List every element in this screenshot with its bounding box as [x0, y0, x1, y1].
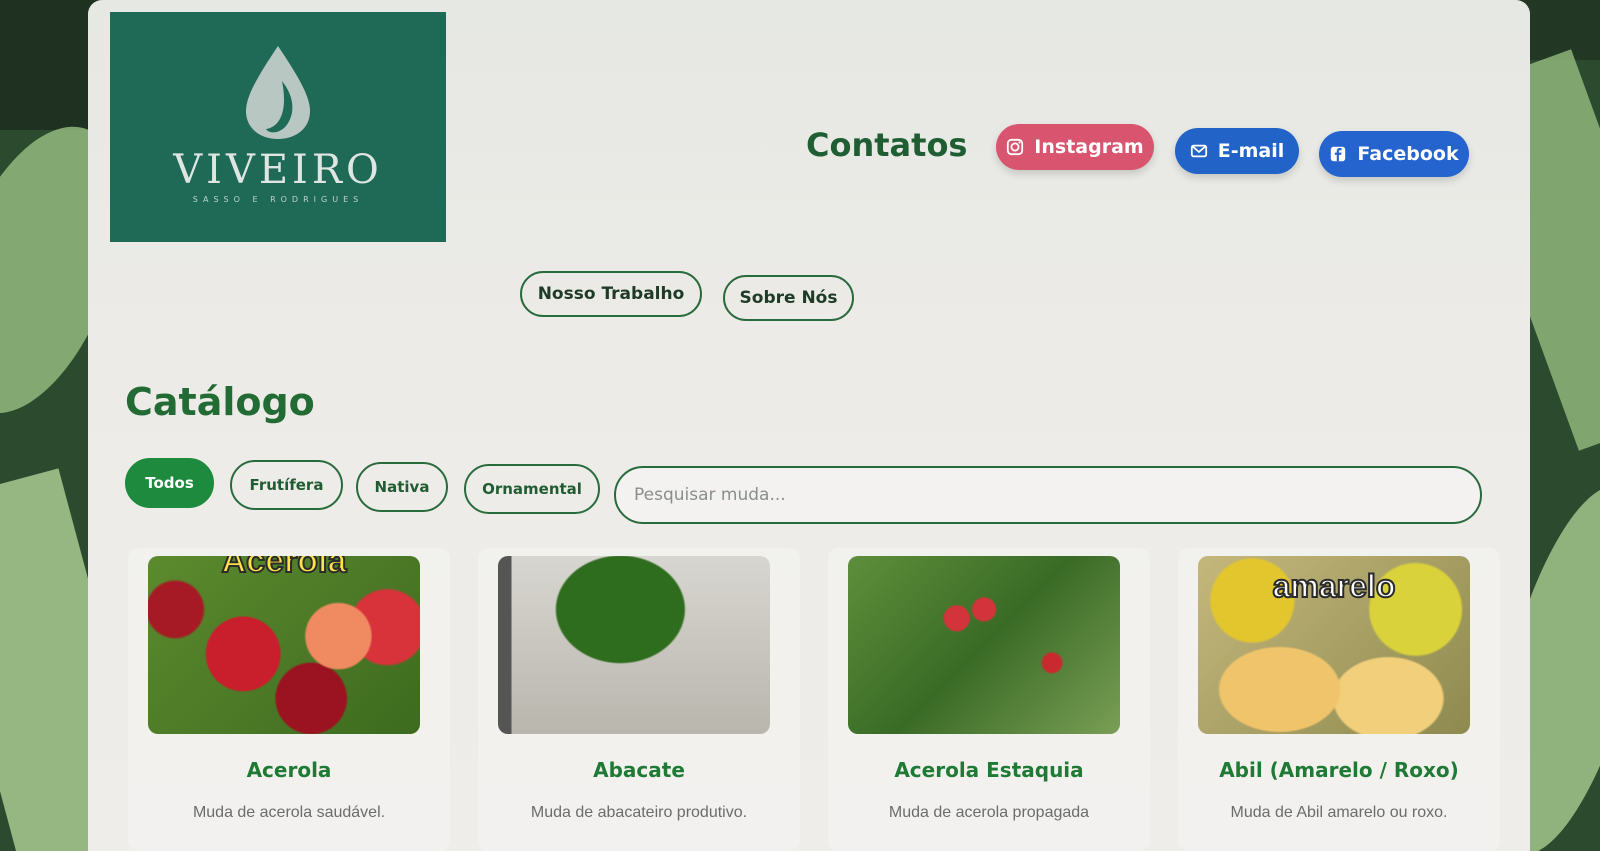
image-caption: amarelo	[1272, 567, 1397, 605]
product-card[interactable]: amarelo Abil (Amarelo / Roxo) Muda de Ab…	[1178, 548, 1500, 851]
product-description: Muda de acerola propagada	[888, 804, 1090, 821]
about-us-button[interactable]: Sobre Nós	[723, 275, 854, 321]
product-card[interactable]: Acerola Estaquia Muda de acerola propaga…	[828, 548, 1150, 851]
instagram-button[interactable]: Instagram	[996, 124, 1154, 170]
image-caption: Acerola	[221, 556, 348, 581]
filter-nativa[interactable]: Nativa	[356, 462, 448, 512]
product-name: Abil (Amarelo / Roxo)	[1219, 758, 1459, 782]
filter-todos[interactable]: Todos	[125, 458, 214, 508]
product-card[interactable]: Abacate Muda de abacateiro produtivo.	[478, 548, 800, 851]
product-name: Acerola	[246, 758, 332, 782]
site-logo[interactable]: VIVEIRO SASSO E RODRIGUES	[110, 12, 446, 242]
product-card[interactable]: Acerola Acerola Muda de acerola saudável…	[128, 548, 450, 851]
facebook-button[interactable]: Facebook	[1319, 131, 1469, 177]
logo-subtitle: SASSO E RODRIGUES	[192, 194, 364, 204]
contacts-title: Contatos	[806, 126, 968, 164]
product-image[interactable]	[498, 556, 770, 734]
drop-logo-icon	[246, 45, 310, 139]
catalog-title: Catálogo	[125, 380, 315, 424]
page-panel: VIVEIRO SASSO E RODRIGUES Contatos Insta…	[88, 0, 1530, 851]
our-work-button[interactable]: Nosso Trabalho	[520, 271, 702, 317]
facebook-icon	[1331, 146, 1346, 162]
product-image[interactable]	[848, 556, 1120, 734]
facebook-label: Facebook	[1357, 143, 1459, 165]
search-input[interactable]	[614, 466, 1482, 524]
product-name: Abacate	[593, 758, 685, 782]
instagram-icon	[1007, 138, 1024, 156]
email-button[interactable]: E-mail	[1175, 128, 1299, 174]
product-description: Muda de acerola saudável.	[192, 804, 386, 821]
product-name: Acerola Estaquia	[894, 758, 1084, 782]
product-description: Muda de Abil amarelo ou roxo.	[1230, 804, 1448, 821]
product-image[interactable]: amarelo	[1198, 556, 1470, 734]
instagram-label: Instagram	[1034, 136, 1144, 158]
logo-name: VIVEIRO	[173, 146, 383, 193]
envelope-icon	[1190, 144, 1207, 158]
email-label: E-mail	[1217, 140, 1285, 162]
product-description: Muda de abacateiro produtivo.	[530, 804, 748, 821]
filter-ornamental[interactable]: Ornamental	[464, 464, 600, 514]
filter-frutifera[interactable]: Frutífera	[230, 460, 343, 510]
product-image[interactable]: Acerola	[148, 556, 420, 734]
